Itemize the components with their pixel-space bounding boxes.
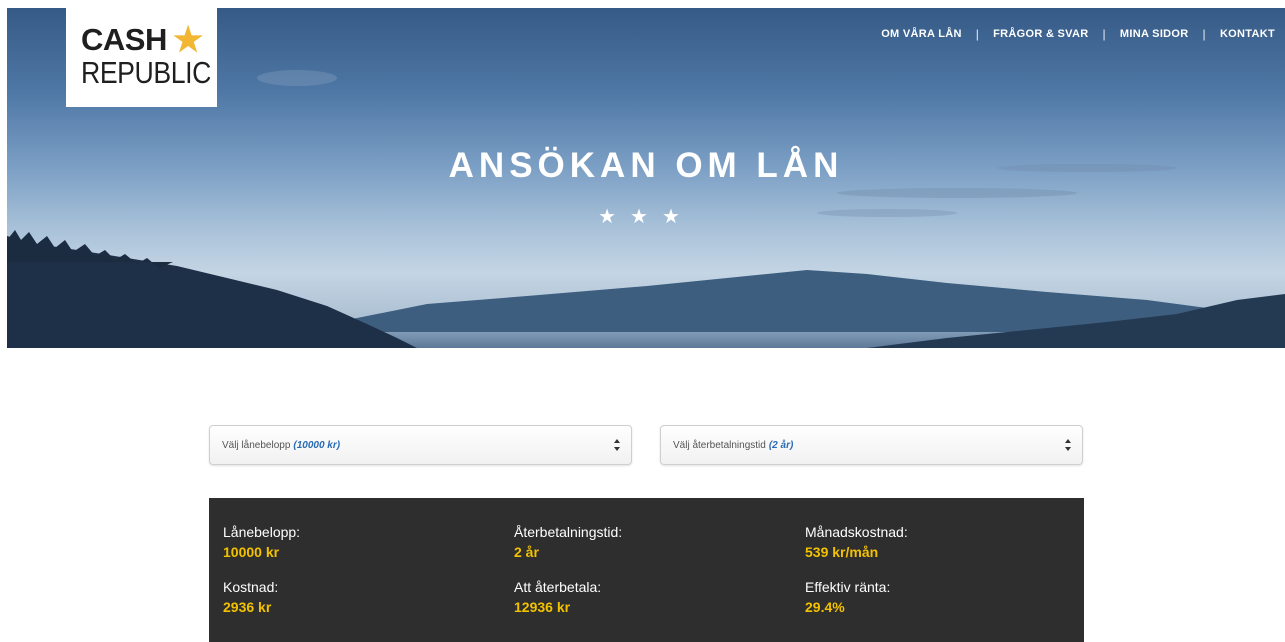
repayment-term-select-label: Välj återbetalningstid xyxy=(673,439,766,451)
logo[interactable]: CASH ★ REPUBLIC xyxy=(66,8,217,107)
repayment-term-select-value: (2 år) xyxy=(768,439,794,451)
summary-label: Effektiv ränta: xyxy=(805,579,891,595)
summary-value: 29.4% xyxy=(805,599,845,615)
logo-line-1: CASH ★ xyxy=(81,20,217,59)
loan-amount-select[interactable]: Välj lånebelopp (10000 kr) xyxy=(209,425,632,465)
select-arrows-icon xyxy=(614,439,620,451)
summary-monthly-cost: Månadskostnad: 539 kr/mån xyxy=(805,524,908,560)
loan-amount-select-label: Välj lånebelopp xyxy=(222,439,291,451)
decorative-stars-icon: ★★★ xyxy=(598,206,694,228)
logo-text-cash: CASH xyxy=(81,22,167,57)
loan-amount-select-value: (10000 kr) xyxy=(293,439,341,451)
main-nav: OM VÅRA LÅN | FRÅGOR & SVAR | MINA SIDOR… xyxy=(881,27,1275,41)
summary-label: Lånebelopp: xyxy=(223,524,301,540)
loan-summary-panel: Lånebelopp: 10000 kr Återbetalningstid: … xyxy=(209,498,1084,642)
nav-item-kontakt[interactable]: KONTAKT xyxy=(1220,28,1275,40)
summary-total-repay: Att återbetala: 12936 kr xyxy=(514,579,601,615)
nav-separator: | xyxy=(1202,27,1206,41)
repayment-term-select[interactable]: Välj återbetalningstid (2 år) xyxy=(660,425,1083,465)
summary-value: 2 år xyxy=(514,544,539,560)
summary-value: 539 kr/mån xyxy=(805,544,879,560)
summary-effective-rate: Effektiv ränta: 29.4% xyxy=(805,579,890,615)
nav-item-mina-sidor[interactable]: MINA SIDOR xyxy=(1120,28,1189,40)
nav-item-om-vara-lan[interactable]: OM VÅRA LÅN xyxy=(881,28,962,40)
nav-separator: | xyxy=(975,27,980,41)
summary-loan-amount: Lånebelopp: 10000 kr xyxy=(223,524,300,560)
nav-item-fragor-svar[interactable]: FRÅGOR & SVAR xyxy=(993,28,1088,40)
summary-cost: Kostnad: 2936 kr xyxy=(223,579,278,615)
summary-label: Återbetalningstid: xyxy=(514,524,623,540)
summary-value: 12936 kr xyxy=(514,599,571,615)
summary-label: Att återbetala: xyxy=(514,579,602,595)
logo-text-republic: REPUBLIC xyxy=(81,55,211,90)
nav-separator: | xyxy=(1102,27,1106,41)
page-title: ANSÖKAN OM LÅN xyxy=(448,146,844,185)
summary-label: Månadskostnad: xyxy=(805,524,908,540)
star-icon: ★ xyxy=(172,20,203,59)
summary-term: Återbetalningstid: 2 år xyxy=(514,524,622,560)
hero-banner: CASH ★ REPUBLIC OM VÅRA LÅN | FRÅGOR & S… xyxy=(7,8,1285,348)
select-arrows-icon xyxy=(1065,439,1071,451)
summary-value: 10000 kr xyxy=(223,544,280,560)
summary-label: Kostnad: xyxy=(223,579,279,595)
summary-value: 2936 kr xyxy=(223,599,272,615)
